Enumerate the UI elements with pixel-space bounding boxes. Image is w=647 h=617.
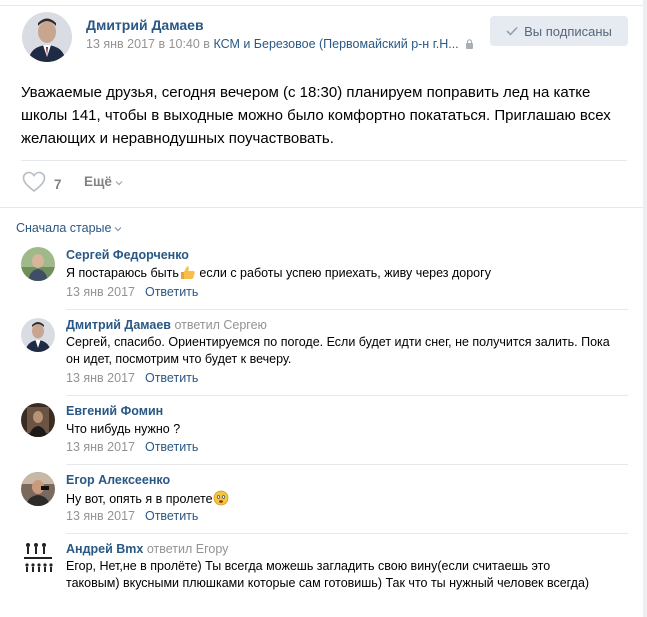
comment-divider [66,464,628,465]
sort-label: Сначала старые [16,221,112,235]
post-date[interactable]: 13 янв 2017 в 10:40 в [86,37,210,51]
comment-divider [66,395,628,396]
comment-text-part: если с работы успею приехать, живу через… [195,266,491,280]
replied-to-label[interactable]: ответил Егору [147,542,229,556]
post-meta: 13 янв 2017 в 10:40 в КСМ и Березовое (П… [86,37,482,52]
comment-text: Егор, Нет,не в пролёте) Ты всегда можешь… [66,559,590,590]
post-location[interactable]: КСМ и Березовое (Первомайский р-н г.Н... [213,37,458,51]
comment-divider [66,533,628,534]
subscribed-label: Вы подписаны [524,23,612,39]
post-author-name[interactable]: Дмитрий Дамаев [86,17,204,33]
comment-meta: 13 янв 2017 Ответить [66,509,198,523]
lock-icon [465,38,474,52]
comment-text: Сергей, спасибо. Ориентируемся по погоде… [66,335,610,366]
worried-face-emoji-icon [213,490,229,511]
commenter-name[interactable]: Егор Алексеенко [66,473,170,487]
reply-button[interactable]: Ответить [145,371,198,385]
commenter-name[interactable]: Сергей Федорченко [66,248,189,262]
post-text: Уважаемые друзья, сегодня вечером (с 18:… [21,84,611,147]
reply-button[interactable]: Ответить [145,285,198,299]
more-label: Ещё [84,174,112,189]
chevron-down-icon [115,174,123,189]
comment-text: Ну вот, опять я в пролете [66,490,611,511]
comment-meta: 13 янв 2017 Ответить [66,371,198,385]
commenter-name[interactable]: Евгений Фомин [66,404,163,418]
comment-text-part: Я постараюсь быть [66,266,179,280]
sort-comments-dropdown[interactable]: Сначала старые [16,221,122,235]
comment-divider [66,309,628,310]
card-edge [643,0,647,617]
comment-text: Я постараюсь быть если с работы успею пр… [66,265,611,285]
commenter-avatar[interactable] [21,472,55,506]
commenter-avatar[interactable] [21,403,55,437]
more-button[interactable]: Ещё [84,174,123,189]
comment-date[interactable]: 13 янв 2017 [66,371,135,385]
like-count: 7 [54,177,62,192]
comment-text: Что нибудь нужно ? [66,422,181,436]
chevron-down-icon [114,221,122,235]
reply-button[interactable]: Ответить [145,509,198,523]
subscribed-button[interactable]: Вы подписаны [490,16,628,46]
commenter-name-text[interactable]: Евгений Фомин [66,404,163,418]
commenter-avatar[interactable] [21,247,55,281]
commenter-avatar[interactable] [21,318,55,352]
author-avatar[interactable] [22,12,72,62]
heart-icon [22,171,46,198]
commenter-name-text[interactable]: Сергей Федорченко [66,248,189,262]
commenter-name[interactable]: Дмитрий Дамаев ответил Сергею [66,318,267,332]
like-button[interactable]: 7 [22,171,62,198]
top-edge [0,0,647,6]
comment-date[interactable]: 13 янв 2017 [66,509,135,523]
comment-date[interactable]: 13 янв 2017 [66,440,135,454]
commenter-name-text[interactable]: Егор Алексеенко [66,473,170,487]
comment-meta: 13 янв 2017 Ответить [66,285,198,299]
comments-divider [0,207,643,208]
checkmark-icon [506,24,518,39]
commenter-name-text[interactable]: Дмитрий Дамаев [66,318,171,332]
commenter-name-text[interactable]: Андрей Bmx [66,542,143,556]
post-divider [21,160,627,161]
comment-date[interactable]: 13 янв 2017 [66,285,135,299]
reply-button[interactable]: Ответить [145,440,198,454]
commenter-name[interactable]: Андрей Bmx ответил Егору [66,542,228,556]
comment-meta: 13 янв 2017 Ответить [66,440,198,454]
comment-text-part: Ну вот, опять я в пролете [66,492,213,506]
thumbs-up-emoji-icon [179,265,196,285]
commenter-avatar[interactable] [21,540,55,574]
replied-to-label[interactable]: ответил Сергею [174,318,266,332]
